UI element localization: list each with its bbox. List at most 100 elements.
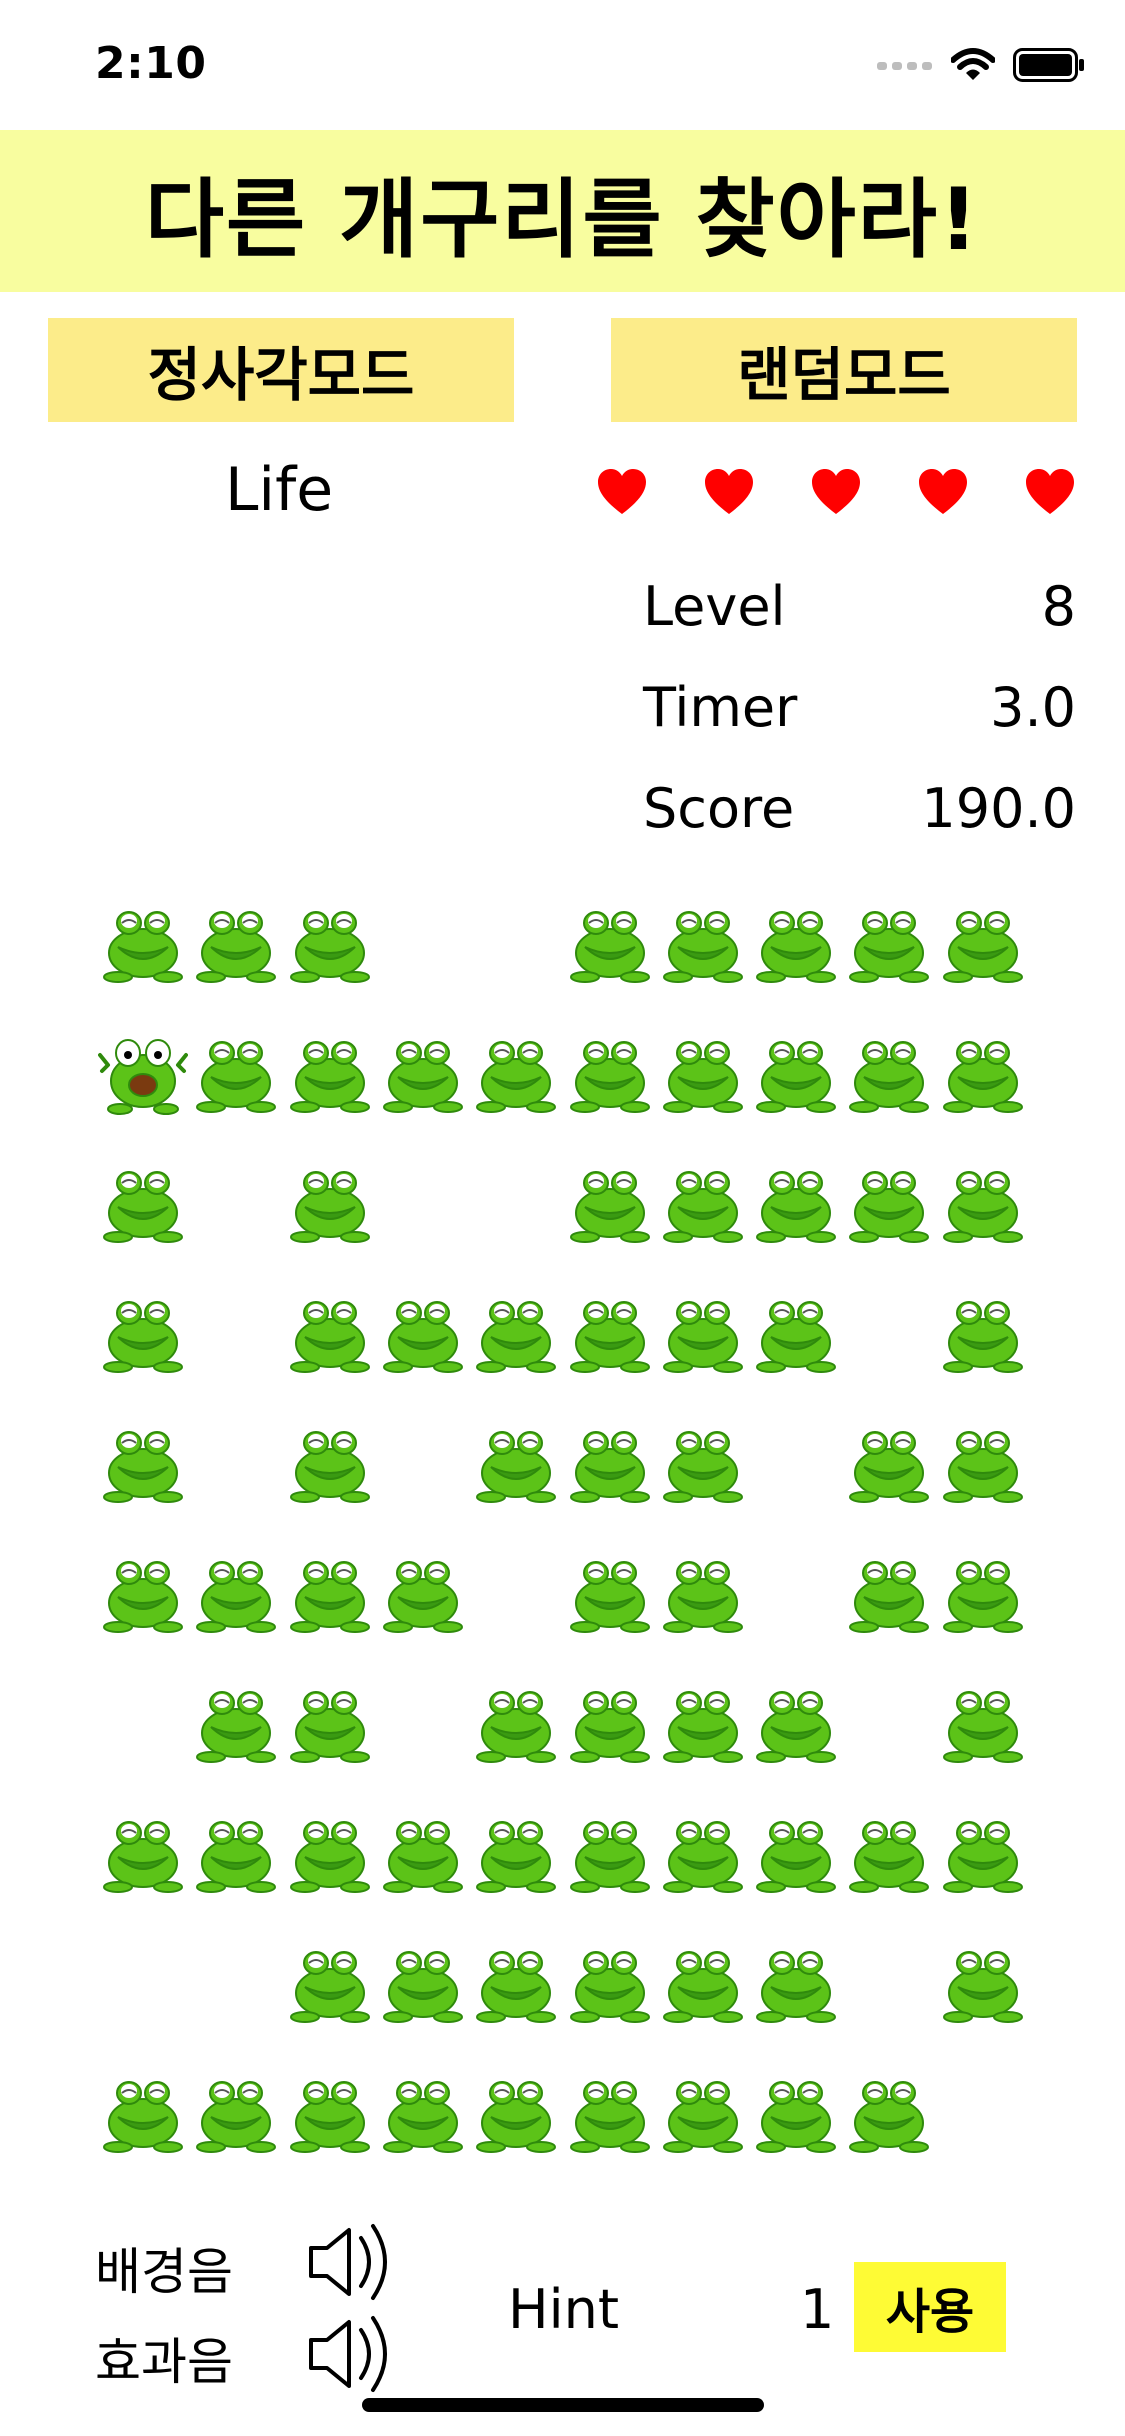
heart-icon [596, 468, 648, 516]
frog-icon[interactable] [751, 1025, 841, 1115]
frog-icon[interactable] [471, 1415, 561, 1505]
frog-icon[interactable] [658, 1285, 748, 1375]
frog-icon[interactable] [191, 1805, 281, 1895]
bgm-label: 배경음 [95, 2243, 233, 2301]
game-title: 다른 개구리를 찾아라! [144, 169, 981, 270]
frog-icon[interactable] [98, 1545, 188, 1635]
frog-icon[interactable] [471, 1025, 561, 1115]
frog-icon[interactable] [285, 1415, 375, 1505]
frog-grid [98, 895, 1028, 2195]
level-label: Level [643, 575, 786, 638]
frog-icon[interactable] [938, 1935, 1028, 2025]
frog-icon[interactable] [378, 1285, 468, 1375]
frog-icon[interactable] [565, 1155, 655, 1245]
frog-icon[interactable] [751, 1935, 841, 2025]
frog-icon[interactable] [658, 1935, 748, 2025]
frog-icon[interactable] [938, 895, 1028, 985]
frog-icon[interactable] [844, 1155, 934, 1245]
frog-icon[interactable] [98, 1805, 188, 1895]
frog-icon[interactable] [285, 1675, 375, 1765]
frog-icon[interactable] [565, 1805, 655, 1895]
life-hearts [596, 468, 1076, 516]
frog-icon[interactable] [98, 1155, 188, 1245]
frog-icon[interactable] [565, 1545, 655, 1635]
frog-icon[interactable] [285, 895, 375, 985]
frog-icon[interactable] [751, 2065, 841, 2155]
frog-icon[interactable] [938, 1805, 1028, 1895]
frog-icon[interactable] [751, 1805, 841, 1895]
frog-icon[interactable] [471, 1805, 561, 1895]
sfx-label: 효과음 [95, 2333, 233, 2391]
frog-icon[interactable] [471, 1285, 561, 1375]
frog-icon[interactable] [751, 1285, 841, 1375]
frog-icon[interactable] [751, 1675, 841, 1765]
frog-icon[interactable] [844, 2065, 934, 2155]
frog-icon[interactable] [285, 1155, 375, 1245]
frog-icon[interactable] [658, 1025, 748, 1115]
frog-icon[interactable] [378, 1545, 468, 1635]
frog-icon[interactable] [844, 1025, 934, 1115]
frog-icon[interactable] [565, 2065, 655, 2155]
frog-icon[interactable] [565, 1415, 655, 1505]
bgm-speaker-icon[interactable] [305, 2220, 393, 2304]
frog-icon[interactable] [378, 1805, 468, 1895]
level-value: 8 [1041, 575, 1076, 638]
frog-icon[interactable] [191, 1545, 281, 1635]
frog-icon[interactable] [285, 1025, 375, 1115]
frog-icon[interactable] [844, 1545, 934, 1635]
frog-icon[interactable] [378, 1025, 468, 1115]
frog-icon[interactable] [98, 1285, 188, 1375]
frog-icon[interactable] [565, 895, 655, 985]
sfx-speaker-icon[interactable] [305, 2312, 393, 2396]
frog-icon[interactable] [285, 1935, 375, 2025]
frog-icon[interactable] [658, 1415, 748, 1505]
frog-icon[interactable] [844, 1415, 934, 1505]
frog-icon[interactable] [938, 1675, 1028, 1765]
frog-icon[interactable] [191, 2065, 281, 2155]
frog-icon[interactable] [938, 1415, 1028, 1505]
frog-icon[interactable] [191, 1025, 281, 1115]
frog-icon[interactable] [938, 1285, 1028, 1375]
frog-icon[interactable] [378, 1935, 468, 2025]
frog-icon[interactable] [285, 1805, 375, 1895]
frog-icon[interactable] [658, 1675, 748, 1765]
frog-icon[interactable] [285, 2065, 375, 2155]
timer-label: Timer [643, 676, 798, 739]
life-label: Life [225, 455, 334, 525]
frog-icon[interactable] [844, 1805, 934, 1895]
frog-icon[interactable] [751, 1155, 841, 1245]
frog-icon[interactable] [565, 1675, 655, 1765]
frog-icon[interactable] [938, 1545, 1028, 1635]
frog-icon[interactable] [658, 1805, 748, 1895]
frog-icon[interactable] [658, 2065, 748, 2155]
frog-icon[interactable] [285, 1545, 375, 1635]
frog-icon[interactable] [378, 2065, 468, 2155]
frog-icon[interactable] [471, 1675, 561, 1765]
frog-icon[interactable] [658, 1545, 748, 1635]
frog-icon[interactable] [844, 895, 934, 985]
frog-icon[interactable] [285, 1285, 375, 1375]
frog-icon[interactable] [565, 1935, 655, 2025]
heart-icon [810, 468, 862, 516]
frog-icon[interactable] [191, 895, 281, 985]
score-value: 190.0 [921, 777, 1076, 840]
frog-icon[interactable] [751, 895, 841, 985]
frog-icon[interactable] [938, 1155, 1028, 1245]
frog-icon[interactable] [191, 1675, 281, 1765]
frog-icon[interactable] [98, 895, 188, 985]
frog-icon[interactable] [658, 895, 748, 985]
odd-frog-icon[interactable] [98, 1025, 188, 1115]
frog-icon[interactable] [565, 1285, 655, 1375]
frog-icon[interactable] [471, 2065, 561, 2155]
frog-icon[interactable] [98, 1415, 188, 1505]
frog-icon[interactable] [565, 1025, 655, 1115]
frog-icon[interactable] [938, 1025, 1028, 1115]
frog-icon[interactable] [658, 1155, 748, 1245]
random-mode-button[interactable]: 랜덤모드 [611, 318, 1077, 422]
status-bar: 2:10 [0, 0, 1125, 130]
hint-use-button[interactable]: 사용 [854, 2262, 1006, 2352]
heart-icon [917, 468, 969, 516]
frog-icon[interactable] [98, 2065, 188, 2155]
frog-icon[interactable] [471, 1935, 561, 2025]
square-mode-button[interactable]: 정사각모드 [48, 318, 514, 422]
